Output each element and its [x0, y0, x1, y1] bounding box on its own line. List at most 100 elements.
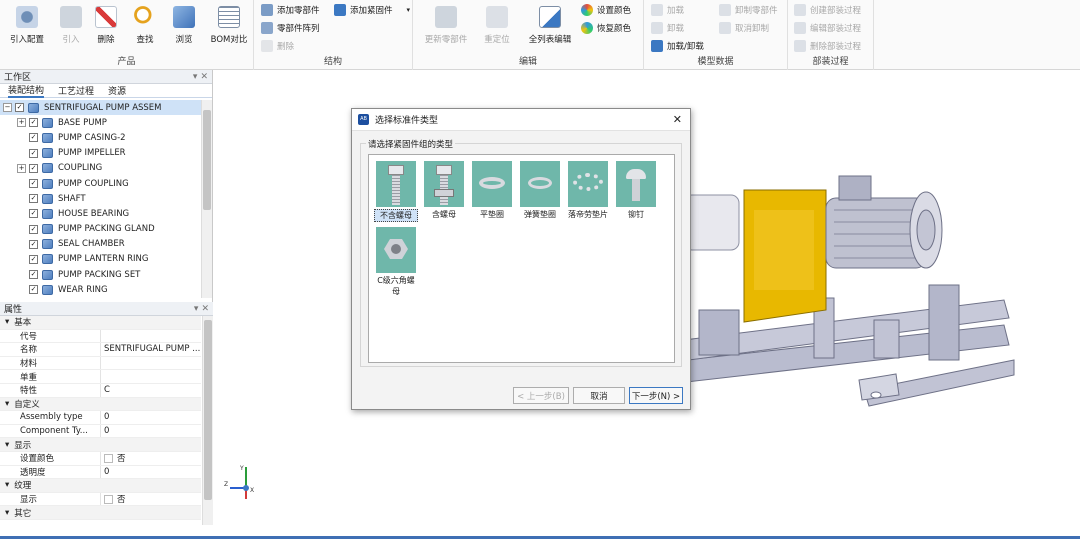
properties-header: 属性 ▾ ✕	[0, 302, 213, 316]
property-row[interactable]: 透明度 0	[0, 465, 201, 480]
chevron-down-icon[interactable]: ▾	[194, 304, 199, 314]
browse-button[interactable]: 浏览	[162, 6, 206, 45]
tree-item[interactable]: ✓ WEAR RING	[0, 282, 201, 297]
cancel-button[interactable]: 取消	[573, 387, 625, 404]
rivet-icon	[616, 161, 656, 207]
tree-item[interactable]: ✓ PUMP PACKING SET	[0, 267, 201, 282]
add-fastener-button[interactable]: 添加紧固件 ▾	[334, 3, 410, 17]
checkbox[interactable]: ✓	[29, 163, 38, 173]
collapse-icon[interactable]: −	[3, 103, 12, 113]
frame-post	[698, 309, 740, 356]
unload-part-button[interactable]: 卸制零部件	[719, 3, 778, 17]
tree-item[interactable]: + ✓ BASE PUMP	[0, 115, 201, 130]
category-other[interactable]: ▾ 其它	[0, 506, 201, 520]
relocate-button[interactable]: 重定位	[475, 6, 519, 45]
list-edit-button[interactable]: 全列表编辑	[525, 6, 575, 45]
tab-resources[interactable]: 资源	[108, 84, 126, 97]
part-icon	[42, 254, 53, 265]
edit-list-icon	[539, 6, 561, 28]
scrollbar-thumb[interactable]	[204, 320, 212, 500]
property-row[interactable]: 名称 SENTRIFUGAL PUMP ...	[0, 343, 201, 357]
tile-lock-washer[interactable]: 落帝劳垫片	[566, 161, 610, 220]
properties-panel: 属性 ▾ ✕ ▾ 基本 代号 名称 SENTRIFUGAL PUMP ... 材料 单…	[0, 302, 213, 525]
category-display[interactable]: ▾ 显示	[0, 438, 201, 452]
property-row[interactable]: 材料	[0, 356, 201, 371]
checkbox[interactable]: ✓	[29, 209, 38, 219]
restore-color-button[interactable]: 恢复颜色	[581, 21, 631, 35]
chevron-down-icon[interactable]: ▾	[407, 6, 411, 14]
properties-scrollbar[interactable]	[202, 316, 213, 525]
prev-button[interactable]: < 上一步(B)	[513, 387, 569, 404]
hex-nut-icon	[376, 227, 416, 273]
tile-spring-washer[interactable]: 弹簧垫圈	[518, 161, 562, 220]
checkbox[interactable]: ✓	[29, 118, 38, 128]
add-part-button[interactable]: 添加零部件	[261, 3, 320, 17]
scrollbar-thumb[interactable]	[203, 110, 211, 210]
checkbox[interactable]: ✓	[29, 179, 38, 189]
category-custom[interactable]: ▾ 自定义	[0, 397, 201, 412]
checkbox[interactable]: ✓	[29, 148, 38, 158]
close-icon[interactable]: ✕	[201, 304, 209, 314]
checkbox[interactable]: ✓	[29, 133, 38, 143]
category-texture[interactable]: ▾ 纹理	[0, 479, 201, 493]
tree-item[interactable]: ✓ PUMP COUPLING	[0, 176, 201, 191]
property-row[interactable]: 代号	[0, 329, 201, 344]
set-color-button[interactable]: 设置颜色	[581, 3, 631, 17]
checkbox[interactable]: ✓	[29, 254, 38, 264]
tree-item[interactable]: ✓ SEAL CHAMBER	[0, 237, 201, 252]
edit-process-button[interactable]: 编辑部装过程	[794, 21, 861, 35]
load-unload-button[interactable]: 加载/卸载	[651, 39, 704, 53]
checkbox[interactable]: ✓	[29, 239, 38, 249]
tile-bolt-no-nut[interactable]: 不含螺母	[374, 161, 418, 222]
checkbox[interactable]: ✓	[29, 285, 38, 295]
part-array-button[interactable]: 零部件阵列	[261, 21, 320, 35]
load-button[interactable]: 加载	[651, 3, 684, 17]
checkbox[interactable]: ✓	[29, 270, 38, 280]
create-process-button[interactable]: 创建部装过程	[794, 3, 861, 17]
property-row[interactable]: 特性 C	[0, 383, 201, 398]
checkbox[interactable]: ✓	[15, 103, 24, 113]
tile-flat-washer[interactable]: 平垫圈	[470, 161, 514, 220]
tree-scrollbar[interactable]	[201, 100, 212, 298]
tree-item[interactable]: + ✓ COUPLING	[0, 161, 201, 176]
property-row[interactable]: 显示否	[0, 492, 201, 507]
tree-item[interactable]: ✓ PUMP LANTERN RING	[0, 252, 201, 267]
cancel-unload-button[interactable]: 取消卸制	[719, 21, 769, 35]
property-row[interactable]: Assembly type 0	[0, 411, 201, 425]
next-button[interactable]: 下一步(N) >	[629, 387, 683, 404]
tile-rivet[interactable]: 铆钉	[614, 161, 658, 220]
delete-button[interactable]: 删除	[84, 6, 128, 45]
tree-item[interactable]: ✓ SHAFT	[0, 191, 201, 206]
bom-compare-button[interactable]: BOM对比	[207, 6, 251, 45]
close-icon[interactable]: ✕	[200, 72, 208, 82]
tree-item[interactable]: ✓ PUMP CASING-2	[0, 130, 201, 145]
delete-process-button[interactable]: 删除部装过程	[794, 39, 861, 53]
expand-icon[interactable]: +	[17, 118, 26, 128]
structure-delete-button[interactable]: 删除	[261, 39, 294, 53]
close-icon[interactable]: ✕	[673, 113, 682, 126]
app-logo-icon: AB	[358, 114, 369, 125]
checkbox[interactable]: ✓	[29, 224, 38, 234]
property-row[interactable]: 单重	[0, 370, 201, 384]
tree-root[interactable]: − ✓ SENTRIFUGAL PUMP ASSEM	[0, 100, 201, 116]
tree-item[interactable]: ✓ HOUSE BEARING	[0, 206, 201, 221]
tree-item[interactable]: ✓ PUMP PACKING GLAND	[0, 222, 201, 237]
property-row[interactable]: Component Ty... 0	[0, 424, 201, 439]
tile-hex-nut-c[interactable]: C级六角螺母	[374, 227, 418, 297]
tab-assembly-structure[interactable]: 装配结构	[8, 83, 45, 98]
update-part-button[interactable]: 更新零部件	[423, 6, 469, 45]
property-row[interactable]: 设置颜色否	[0, 451, 201, 466]
checkbox[interactable]	[104, 494, 113, 504]
checkbox[interactable]	[104, 453, 113, 463]
tile-bolt-with-nut[interactable]: 含螺母	[422, 161, 466, 220]
find-button[interactable]: 查找	[123, 6, 167, 45]
expand-icon[interactable]: +	[17, 163, 26, 173]
unload-part-icon	[719, 4, 731, 16]
tree-item[interactable]: ✓ PUMP IMPELLER	[0, 146, 201, 161]
unload-button[interactable]: 卸载	[651, 21, 684, 35]
tab-process[interactable]: 工艺过程	[58, 84, 94, 97]
category-basic[interactable]: ▾ 基本	[0, 316, 201, 330]
checkbox[interactable]: ✓	[29, 194, 38, 204]
import-config-button[interactable]: 引入配置	[5, 6, 49, 45]
chevron-down-icon[interactable]: ▾	[193, 72, 198, 82]
